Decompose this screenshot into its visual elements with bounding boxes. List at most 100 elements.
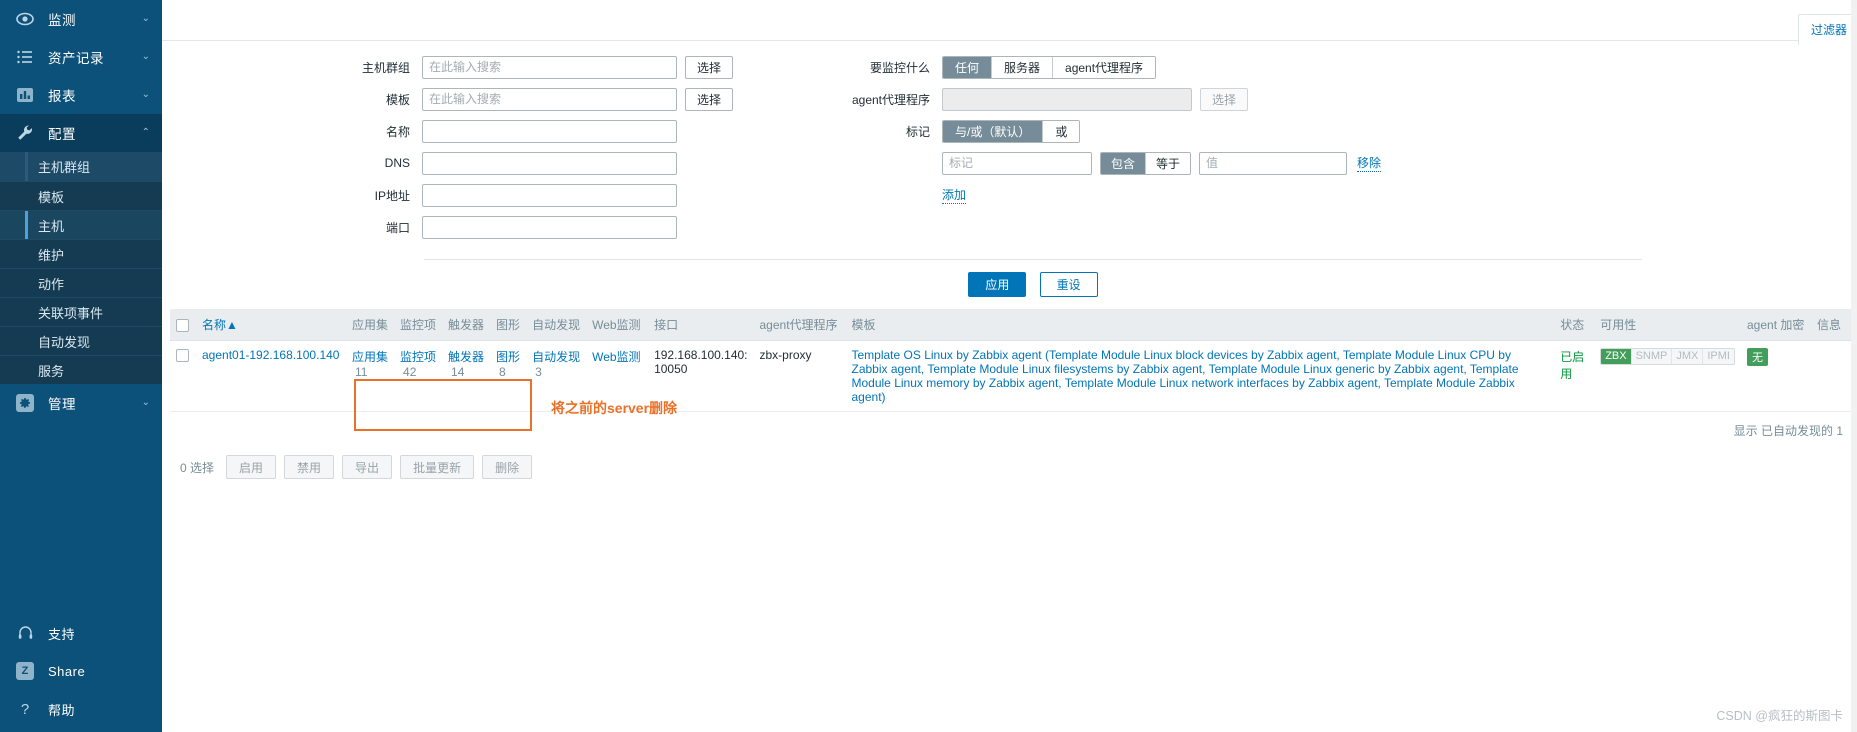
row-name-cell: agent01-192.168.100.140: [196, 340, 346, 412]
sidebar-item-help[interactable]: ? 帮助: [0, 690, 162, 728]
sidebar-item-hosts[interactable]: 主机: [0, 210, 162, 239]
graphs-count: 8: [499, 365, 506, 379]
templates-select-button[interactable]: 选择: [685, 87, 734, 111]
discovery-link[interactable]: 自动发现: [532, 350, 580, 364]
tags-operator-andor[interactable]: 与/或（默认）: [943, 120, 1043, 142]
filter-tab[interactable]: 过滤器: [1797, 14, 1857, 45]
wrench-icon: [14, 122, 36, 144]
sidebar-item-event-correlation[interactable]: 关联项事件: [0, 297, 162, 326]
host-groups-select-button[interactable]: 选择: [685, 55, 734, 79]
monitored-by-option-proxy[interactable]: agent代理程序: [1052, 56, 1156, 78]
templates-input[interactable]: [422, 87, 677, 111]
column-header-items[interactable]: 监控项: [394, 309, 443, 341]
templates-label: 模板: [385, 92, 410, 107]
triggers-link[interactable]: 触发器: [448, 350, 484, 364]
export-button[interactable]: 导出: [342, 455, 393, 479]
dns-input[interactable]: [422, 151, 677, 175]
filter-row-dns: DNS: [162, 151, 802, 175]
column-header-applications[interactable]: 应用集: [346, 309, 395, 341]
submenu-label: 主机群组: [38, 160, 91, 175]
sidebar-item-label: 帮助: [48, 702, 76, 718]
sidebar-item-host-groups[interactable]: 主机群组: [0, 152, 162, 181]
tag-remove-link[interactable]: 移除: [1357, 154, 1382, 172]
sidebar-item-reports[interactable]: 报表 ⌄: [0, 76, 162, 114]
sidebar-item-actions[interactable]: 动作: [0, 268, 162, 297]
filter-row-port: 端口: [162, 215, 802, 239]
templates-text[interactable]: Template OS Linux by Zabbix agent (Templ…: [852, 348, 1519, 404]
monitored-by-option-any[interactable]: 任何: [943, 56, 992, 78]
column-header-availability: 可用性: [1594, 309, 1741, 341]
column-header-web[interactable]: Web监测: [586, 309, 649, 341]
encryption-badge: 无: [1747, 348, 1768, 366]
name-input[interactable]: [422, 119, 677, 143]
disable-button[interactable]: 禁用: [284, 455, 335, 479]
status-badge[interactable]: 已启用: [1560, 350, 1584, 381]
sidebar-item-label: 报表: [48, 89, 76, 104]
host-groups-input[interactable]: [422, 55, 677, 79]
tag-match-contains[interactable]: 包含: [1101, 152, 1146, 174]
row-select-cell: [170, 340, 196, 412]
submenu-label: 自动发现: [38, 334, 91, 350]
host-name-link[interactable]: agent01-192.168.100.140: [202, 348, 339, 362]
tag-add-link[interactable]: 添加: [942, 186, 967, 204]
filter-row-tag-entry: 包含 等于 移除: [832, 151, 1857, 175]
availability-group: ZBX SNMP JMX IPMI: [1600, 348, 1735, 365]
scrollbar-track[interactable]: [1851, 0, 1857, 732]
filter-left-column: 主机群组 选择 模板 选择 名称 DNS: [162, 55, 802, 247]
list-icon: [14, 46, 36, 68]
sidebar-item-administration[interactable]: 管理 ⌄: [0, 384, 162, 422]
host-groups-label: 主机群组: [361, 60, 410, 75]
row-checkbox[interactable]: [176, 349, 189, 363]
filter-row-tag-add: 添加: [832, 181, 1857, 205]
submenu-label: 维护: [38, 247, 65, 263]
graphs-link[interactable]: 图形: [496, 350, 520, 364]
applications-link[interactable]: 应用集: [352, 350, 388, 364]
dns-label: DNS: [384, 156, 410, 170]
sidebar-item-support[interactable]: 支持: [0, 614, 162, 652]
question-icon: ?: [20, 700, 30, 718]
column-header-discovery[interactable]: 自动发现: [526, 309, 587, 341]
main-content: 过滤器 主机群组 选择 模板 选择: [162, 0, 1857, 732]
delete-button[interactable]: 删除: [482, 455, 533, 479]
selection-count: 0 选择: [180, 460, 215, 475]
proxy-select-button[interactable]: 选择: [1200, 87, 1249, 111]
sidebar-item-templates[interactable]: 模板: [0, 181, 162, 210]
column-header-name[interactable]: 名称▲: [196, 309, 346, 341]
availability-zbx: ZBX: [1601, 349, 1631, 364]
items-count: 42: [403, 365, 417, 379]
ip-address-label: IP地址: [374, 188, 410, 203]
sidebar-item-maintenance[interactable]: 维护: [0, 239, 162, 268]
mass-update-button[interactable]: 批量更新: [400, 455, 475, 479]
proxy-input[interactable]: [942, 87, 1192, 111]
tag-value-input[interactable]: [1199, 151, 1348, 175]
column-header-triggers[interactable]: 触发器: [442, 309, 491, 341]
monitored-by-option-server[interactable]: 服务器: [991, 56, 1053, 78]
web-link[interactable]: Web监测: [592, 350, 640, 364]
ip-address-input[interactable]: [422, 183, 677, 207]
monitored-by-label: 要监控什么: [869, 60, 930, 75]
configuration-submenu: 主机群组 模板 主机 维护 动作 关联项事件 自动发现 服务: [0, 152, 162, 384]
row-proxy-cell: zbx-proxy: [753, 340, 846, 412]
apply-button[interactable]: 应用: [968, 272, 1027, 297]
column-header-graphs[interactable]: 图形: [490, 309, 527, 341]
enable-button[interactable]: 启用: [226, 455, 277, 479]
sidebar-item-inventory[interactable]: 资产记录 ⌄: [0, 38, 162, 76]
top-bar: 过滤器: [162, 0, 1857, 45]
tag-match-equals[interactable]: 等于: [1145, 152, 1191, 174]
select-all-checkbox[interactable]: [176, 318, 189, 332]
table-row[interactable]: agent01-192.168.100.140 应用集11 监控项42 触发器1…: [170, 340, 1851, 412]
reset-button[interactable]: 重设: [1039, 272, 1098, 297]
tag-name-input[interactable]: [942, 151, 1092, 175]
sidebar-item-discovery[interactable]: 自动发现: [0, 326, 162, 355]
hosts-table-head: 名称▲ 应用集 监控项 触发器 图形 自动发现 Web监测 接口 agent代理…: [170, 309, 1851, 341]
sidebar-item-monitoring[interactable]: 监测 ⌄: [0, 0, 162, 38]
row-items-cell: 监控项42: [394, 340, 443, 412]
sidebar-item-services[interactable]: 服务: [0, 355, 162, 384]
row-graphs-cell: 图形8: [490, 340, 527, 412]
sidebar-item-configuration[interactable]: 配置 ⌃: [0, 114, 162, 152]
items-link[interactable]: 监控项: [400, 350, 436, 364]
tags-operator-or[interactable]: 或: [1042, 120, 1080, 142]
port-input[interactable]: [422, 215, 677, 239]
column-header-status[interactable]: 状态: [1554, 309, 1595, 341]
sidebar-item-share[interactable]: Z Share: [0, 652, 162, 690]
